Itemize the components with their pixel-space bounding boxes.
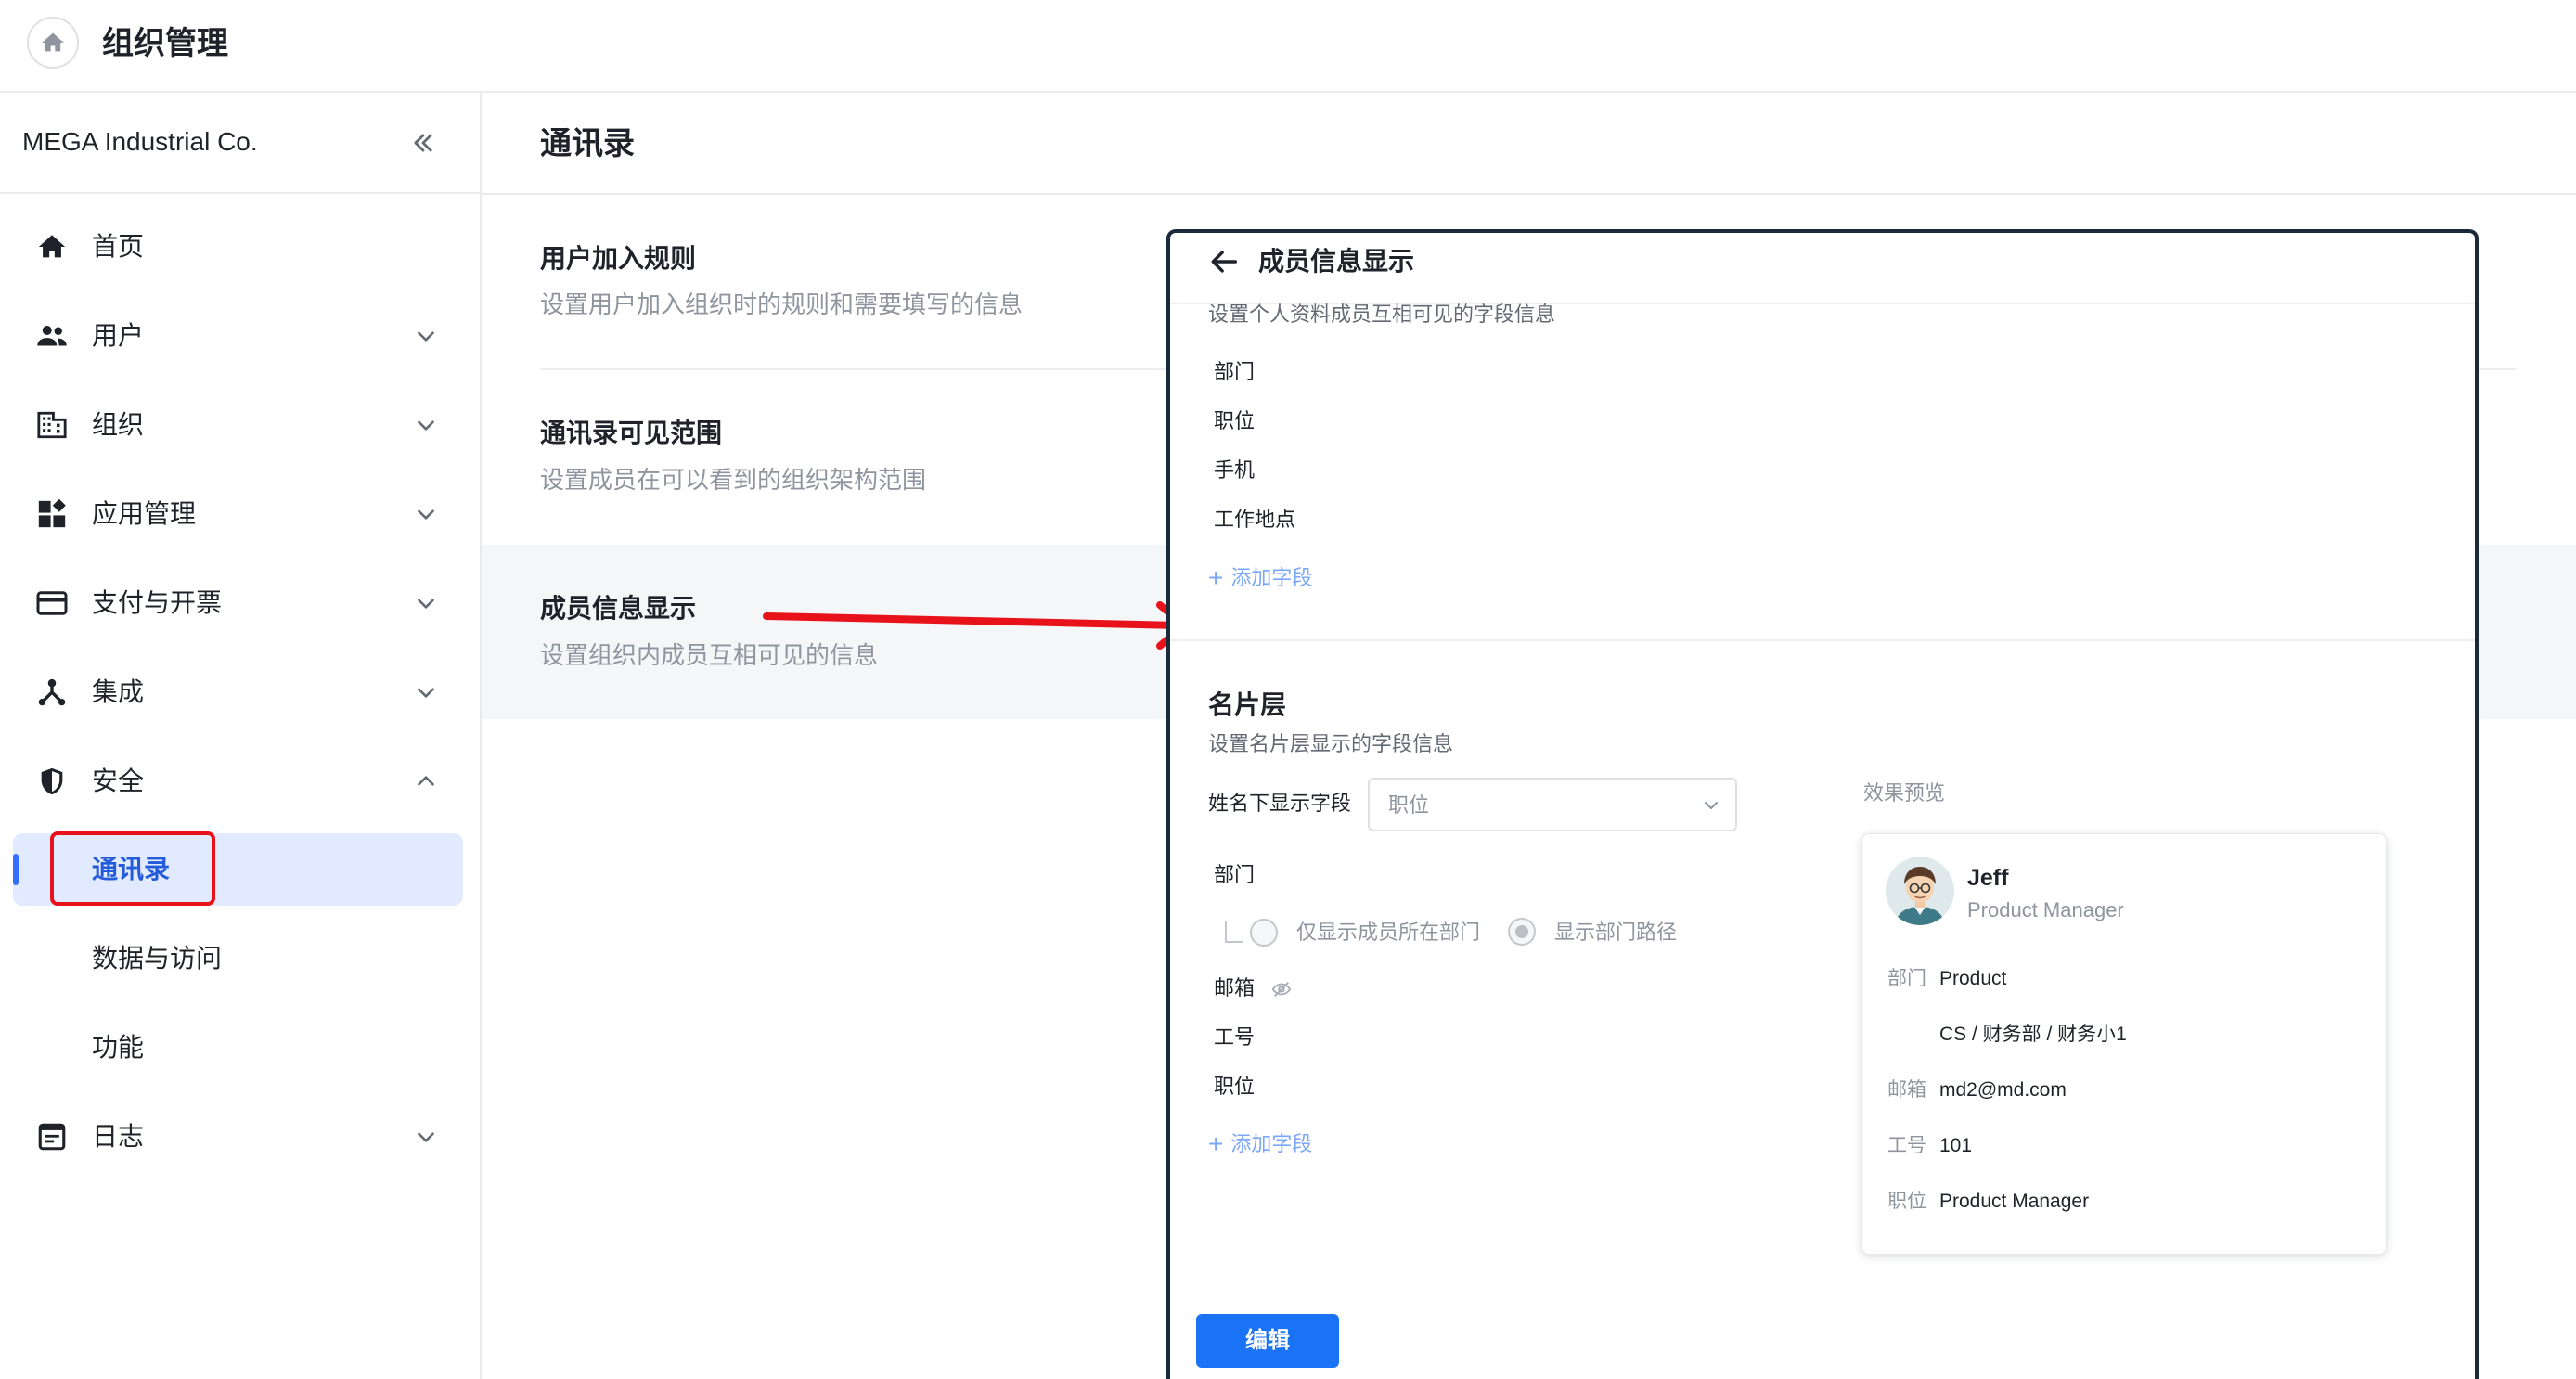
profile-field: 手机: [1214, 458, 1256, 482]
sidebar-item-label: 数据与访问: [92, 944, 223, 973]
sidebar-item-payment-billing[interactable]: 支付与开票: [13, 567, 463, 639]
sidebar-item-label: 日志: [92, 1122, 145, 1151]
header-divider: [482, 193, 2576, 195]
profile-fields-desc: 设置个人资料成员互相可见的字段信息: [1208, 303, 1556, 326]
org-name: MEGA Industrial Co.: [22, 127, 258, 156]
avatar: [1886, 857, 1954, 925]
active-indicator: [13, 854, 19, 885]
annotation-arrow: [763, 601, 1188, 650]
home-icon: [35, 230, 69, 264]
name-field-select[interactable]: 职位: [1368, 778, 1737, 831]
app-title: 组织管理: [102, 26, 228, 61]
chevron-up-icon: [412, 767, 440, 795]
sidebar-item-data-access[interactable]: 数据与访问: [13, 922, 463, 995]
arrow-left-icon: [1211, 251, 1238, 273]
preview-row-key: 工号: [1887, 1135, 1926, 1156]
top-bar: [0, 0, 2576, 93]
sidebar-item-label: 支付与开票: [92, 588, 223, 617]
chevron-down-icon: [412, 322, 440, 350]
home-button[interactable]: [27, 17, 79, 69]
preview-name: Jeff: [1967, 865, 2009, 891]
preview-job-title: Product Manager: [1967, 898, 2124, 921]
building-icon: [35, 408, 69, 442]
card-layer-title: 名片层: [1208, 690, 1287, 719]
users-icon: [35, 319, 69, 353]
back-button[interactable]: [1206, 243, 1243, 280]
credit-card-icon: [35, 586, 69, 620]
profile-field: 职位: [1214, 409, 1256, 432]
sidebar-item-organization[interactable]: 组织: [13, 389, 463, 461]
setting-desc-join-rules: 设置用户加入组织时的规则和需要填写的信息: [540, 290, 1024, 318]
integration-icon: [35, 676, 69, 709]
sidebar-item-label: 首页: [92, 232, 145, 261]
sidebar-item-app-management[interactable]: 应用管理: [13, 478, 463, 550]
preview-label: 效果预览: [1863, 781, 1946, 805]
preview-row-value: 101: [1939, 1135, 1973, 1156]
shield-icon: [35, 765, 69, 798]
sidebar-item-label: 集成: [92, 677, 145, 706]
preview-row-key: 邮箱: [1887, 1079, 1926, 1101]
sidebar-item-security[interactable]: 安全: [13, 745, 463, 818]
preview-row-value: Product: [1939, 968, 2007, 989]
radio-own-department[interactable]: [1250, 919, 1278, 947]
add-field-label: 添加字段: [1230, 1132, 1313, 1155]
add-field-label: 添加字段: [1230, 566, 1313, 589]
card-layer-desc: 设置名片层显示的字段信息: [1208, 732, 1454, 755]
double-chevron-left-icon: [414, 134, 432, 152]
sidebar-item-label: 组织: [92, 410, 145, 439]
plus-icon: +: [1208, 1129, 1224, 1158]
preview-row-value: CS / 财务部 / 财务小1: [1939, 1024, 2127, 1045]
card-field-department: 部门: [1214, 863, 1256, 886]
sidebar: [0, 93, 482, 1379]
chevron-down-icon: [412, 500, 440, 528]
preview-row-key: 职位: [1887, 1191, 1926, 1212]
setting-title-join-rules[interactable]: 用户加入规则: [540, 242, 696, 276]
preview-row-value: md2@md.com: [1939, 1079, 2067, 1101]
sidebar-divider: [0, 192, 480, 194]
name-field-select-value: 职位: [1388, 793, 1430, 817]
sidebar-item-integration[interactable]: 集成: [13, 656, 463, 728]
section-divider: [1170, 639, 2475, 641]
setting-title-member-info-display[interactable]: 成员信息显示: [540, 592, 696, 625]
chevron-down-icon: [412, 589, 440, 617]
highlight-box: [50, 831, 215, 906]
panel-title: 成员信息显示: [1258, 247, 1415, 276]
chevron-down-icon: [412, 678, 440, 706]
plus-icon: +: [1208, 563, 1224, 592]
add-card-field-button[interactable]: + 添加字段: [1208, 1130, 1312, 1158]
profile-field: 部门: [1214, 360, 1256, 383]
sidebar-item-label: 应用管理: [92, 499, 197, 528]
sidebar-item-label: 功能: [92, 1033, 145, 1062]
sidebar-item-label: 安全: [92, 767, 145, 795]
chevron-down-icon: [412, 1123, 440, 1151]
card-field: 职位: [1214, 1075, 1256, 1098]
tree-connector: [1225, 921, 1243, 943]
card-field: 邮箱: [1214, 976, 1256, 999]
preview-row-key: 部门: [1887, 968, 1926, 989]
page-title: 通讯录: [540, 126, 635, 161]
chevron-down-icon: [412, 411, 440, 439]
log-icon: [35, 1120, 69, 1153]
name-field-label: 姓名下显示字段: [1208, 792, 1352, 815]
radio-own-department-label: 仅显示成员所在部门: [1296, 921, 1481, 944]
profile-field: 工作地点: [1214, 508, 1296, 531]
add-profile-field-button[interactable]: + 添加字段: [1208, 564, 1312, 592]
preview-row-value: Product Manager: [1939, 1191, 2090, 1212]
collapse-sidebar-button[interactable]: [405, 124, 442, 161]
chevron-down-icon: [1705, 802, 1718, 809]
sidebar-item-features[interactable]: 功能: [13, 1012, 463, 1084]
home-icon: [42, 32, 64, 52]
radio-department-path-label: 显示部门路径: [1554, 921, 1678, 944]
setting-title-contact-visibility[interactable]: 通讯录可见范围: [540, 417, 722, 450]
sidebar-item-logs[interactable]: 日志: [13, 1101, 463, 1173]
edit-button[interactable]: 编辑: [1196, 1314, 1339, 1368]
setting-desc-contact-visibility: 设置成员在可以看到的组织架构范围: [540, 466, 927, 494]
sidebar-item-home[interactable]: 首页: [13, 211, 463, 283]
radio-department-path[interactable]: [1508, 918, 1536, 946]
card-field: 工号: [1214, 1025, 1256, 1049]
eye-off-icon[interactable]: [1271, 979, 1292, 999]
sidebar-item-label: 用户: [92, 321, 145, 350]
apps-icon: [35, 497, 69, 531]
sidebar-item-users[interactable]: 用户: [13, 300, 463, 372]
